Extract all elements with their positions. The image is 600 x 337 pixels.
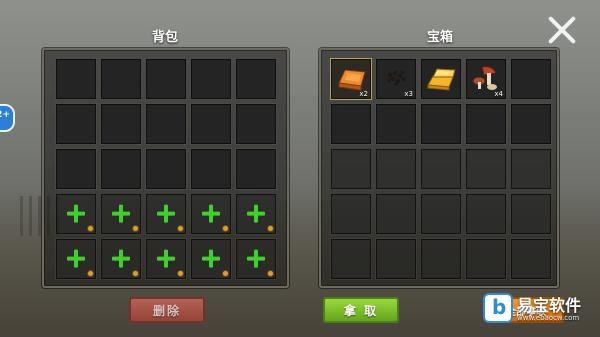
locked-slot[interactable]: [190, 238, 232, 280]
copper-ingot-icon: [338, 69, 366, 91]
locked-slot[interactable]: [100, 238, 142, 280]
chest-slot[interactable]: [375, 238, 417, 280]
chest-slot-gold-ingots[interactable]: [420, 58, 462, 100]
chest-slot[interactable]: [510, 238, 552, 280]
delete-button[interactable]: 删除: [129, 297, 205, 323]
coin-icon: [267, 225, 274, 232]
plus-icon: [67, 249, 85, 268]
plus-icon: [202, 249, 220, 268]
backpack-slot[interactable]: [55, 103, 97, 145]
coin-icon: [87, 225, 94, 232]
chest-grid: x2 x3 x4: [330, 58, 552, 280]
coin-icon: [87, 270, 94, 277]
chest-slot[interactable]: [420, 103, 462, 145]
backpack-slot[interactable]: [190, 58, 232, 100]
coin-icon: [177, 270, 184, 277]
coin-icon: [132, 225, 139, 232]
plus-icon: [157, 204, 175, 223]
locked-slot[interactable]: [190, 193, 232, 235]
coin-icon: [132, 270, 139, 277]
watermark-logo-icon: [483, 293, 513, 323]
backpack-grid: [55, 58, 277, 280]
locked-slot[interactable]: [235, 193, 277, 235]
chest-slot[interactable]: [375, 148, 417, 190]
watermark-url: www.ebaocw.com: [517, 314, 580, 322]
chest-slot[interactable]: [375, 103, 417, 145]
chest-slot[interactable]: [510, 103, 552, 145]
chest-slot[interactable]: [465, 193, 507, 235]
chest-slot[interactable]: [330, 148, 372, 190]
chest-slot[interactable]: [330, 103, 372, 145]
chest-slot[interactable]: [510, 58, 552, 100]
chest-slot[interactable]: [465, 238, 507, 280]
coin-icon: [177, 225, 184, 232]
backpack-slot[interactable]: [100, 103, 142, 145]
chest-slot[interactable]: [465, 103, 507, 145]
item-quantity: x2: [359, 90, 368, 98]
coin-icon: [267, 270, 274, 277]
plus-icon: [112, 249, 130, 268]
chest-slot[interactable]: [510, 148, 552, 190]
plus-icon: [157, 249, 175, 268]
backpack-title: 背包: [151, 30, 178, 45]
chest-slot[interactable]: [420, 238, 462, 280]
backpack-slot[interactable]: [235, 148, 277, 190]
backpack-slot[interactable]: [55, 58, 97, 100]
chest-slot[interactable]: [420, 148, 462, 190]
plus-icon: [202, 204, 220, 223]
gold-ingot-icon: [427, 68, 456, 91]
watermark-name: 易宝软件: [517, 296, 582, 315]
locked-slot[interactable]: [145, 238, 187, 280]
chest-slot-copper-ingot[interactable]: x2: [330, 58, 372, 100]
backpack-slot[interactable]: [190, 103, 232, 145]
backpack-slot[interactable]: [100, 58, 142, 100]
chest-title: 宝箱: [426, 30, 453, 45]
watermark: 易宝软件 www.ebaocw.com: [481, 287, 600, 337]
plus-icon: [67, 204, 85, 223]
locked-slot[interactable]: [100, 193, 142, 235]
chest-slot[interactable]: [330, 238, 372, 280]
locked-slot[interactable]: [235, 238, 277, 280]
chest-slot[interactable]: [420, 193, 462, 235]
take-button[interactable]: 拿 取: [323, 297, 399, 323]
backpack-slot[interactable]: [145, 103, 187, 145]
locked-slot[interactable]: [55, 238, 97, 280]
chest-slot[interactable]: [465, 148, 507, 190]
plus-icon: [247, 249, 265, 268]
backpack-slot[interactable]: [235, 103, 277, 145]
mushroom-icon: [472, 66, 497, 90]
backpack-slot[interactable]: [190, 148, 232, 190]
backpack-slot[interactable]: [55, 148, 97, 190]
chest-slot[interactable]: [330, 193, 372, 235]
chest-slot-seeds[interactable]: x3: [375, 58, 417, 100]
backpack-slot[interactable]: [235, 58, 277, 100]
backpack-slot[interactable]: [145, 148, 187, 190]
locked-slot[interactable]: [55, 193, 97, 235]
plus-icon: [247, 204, 265, 223]
chest-slot-mushrooms[interactable]: x4: [465, 58, 507, 100]
age-rating-badge: 12+: [0, 104, 15, 132]
close-icon[interactable]: [547, 15, 577, 45]
seeds-icon: [387, 70, 406, 86]
plus-icon: [112, 204, 130, 223]
chest-slot[interactable]: [510, 193, 552, 235]
backpack-slot[interactable]: [145, 58, 187, 100]
chest-slot[interactable]: [375, 193, 417, 235]
coin-icon: [222, 270, 229, 277]
item-quantity: x3: [404, 90, 413, 98]
locked-slot[interactable]: [145, 193, 187, 235]
item-quantity: x4: [494, 90, 503, 98]
coin-icon: [222, 225, 229, 232]
backpack-slot[interactable]: [100, 148, 142, 190]
